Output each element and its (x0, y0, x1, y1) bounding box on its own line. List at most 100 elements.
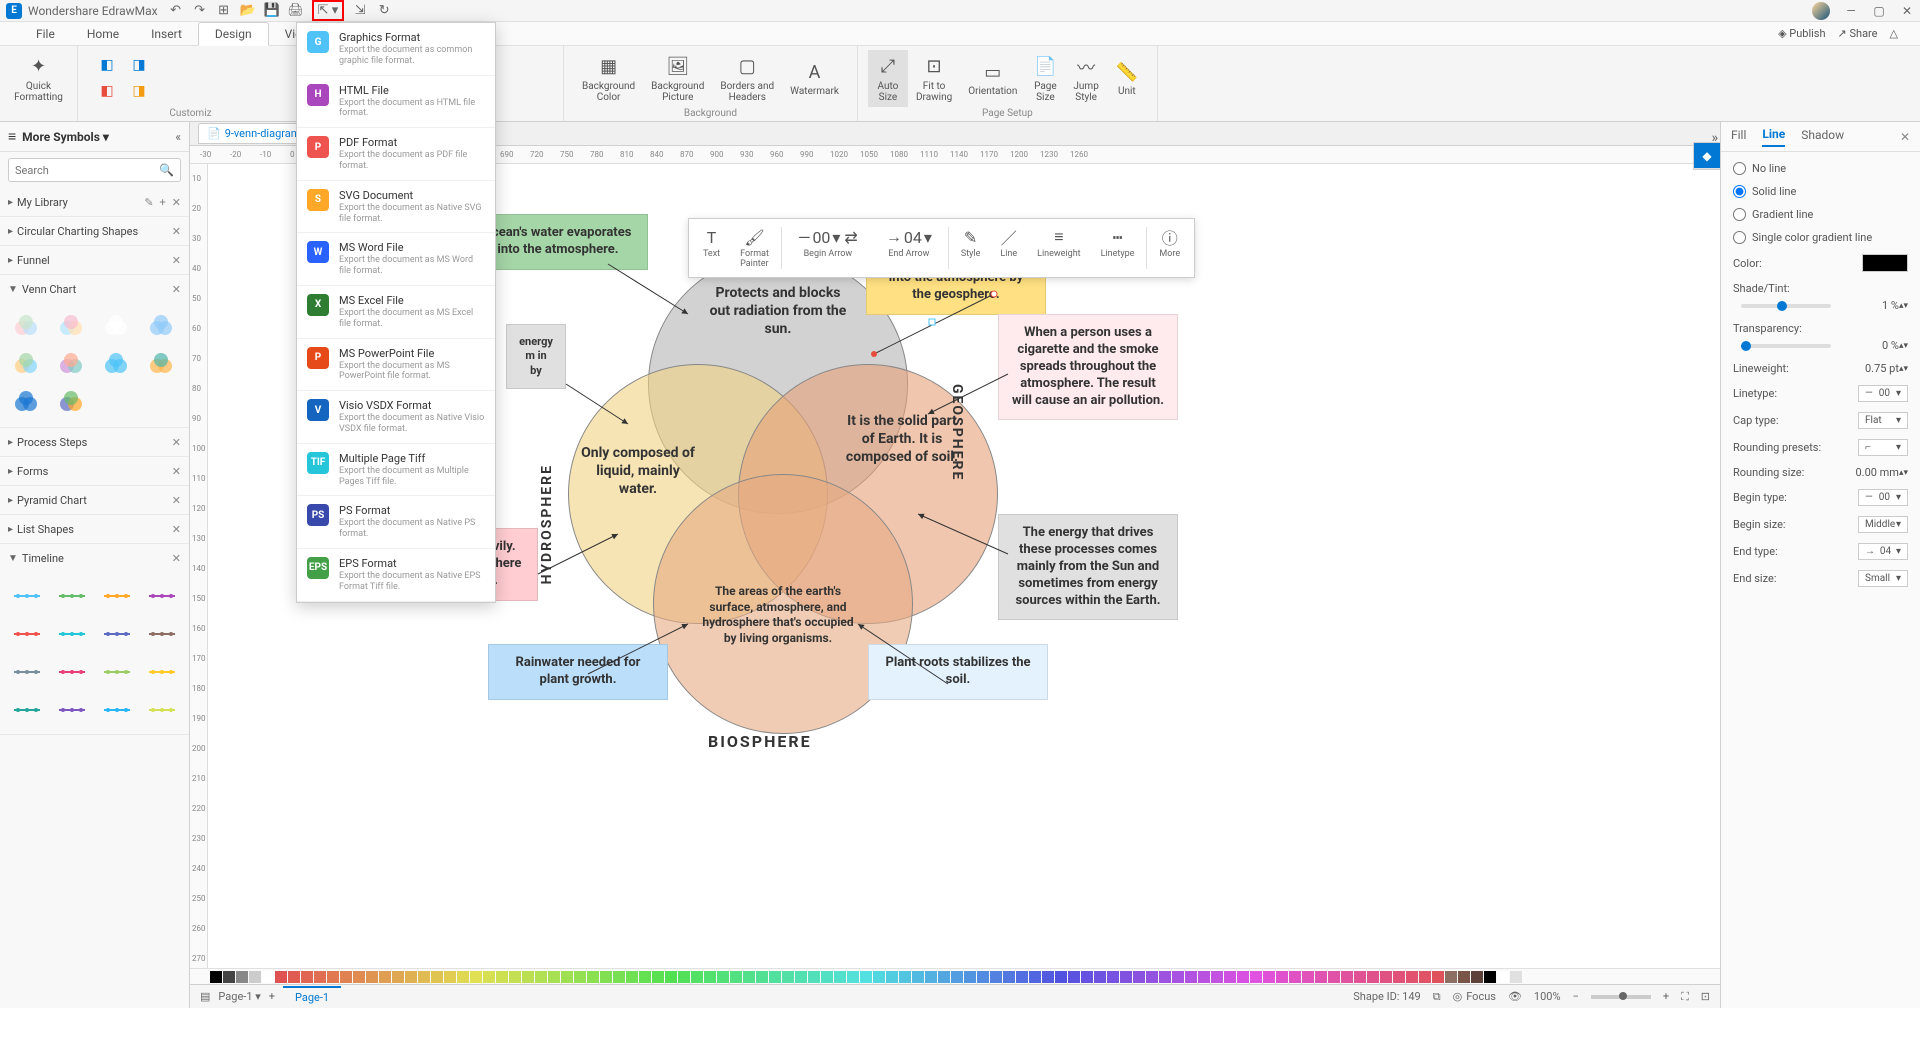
shade-value[interactable]: 1 % (1839, 299, 1899, 312)
style-button[interactable]: ✎Style (951, 223, 991, 273)
publish-button[interactable]: ◈ Publish (1778, 27, 1825, 40)
timeline-shape-11[interactable] (142, 656, 181, 688)
jump-style-button[interactable]: 〰Jump Style (1065, 50, 1106, 107)
color-swatch[interactable] (639, 971, 651, 983)
export-item-pdf-format[interactable]: PPDF FormatExport the document as PDF fi… (297, 128, 495, 181)
color-swatch[interactable] (1471, 971, 1483, 983)
color-swatch[interactable] (249, 971, 261, 983)
color-swatch[interactable] (717, 971, 729, 983)
close-icon[interactable]: ✕ (1900, 4, 1914, 18)
color-swatch[interactable] (210, 971, 222, 983)
color-swatch[interactable] (340, 971, 352, 983)
linetype-select[interactable]: —00▾ (1858, 385, 1908, 402)
color-swatch[interactable] (1302, 971, 1314, 983)
timeline-shape-13[interactable] (53, 694, 92, 726)
color-swatch[interactable] (405, 971, 417, 983)
lib-funnel[interactable]: ▸Funnel✕ (0, 246, 189, 274)
color-swatch[interactable] (730, 971, 742, 983)
color-swatch[interactable] (327, 971, 339, 983)
import-icon[interactable]: ⇲ (352, 3, 368, 19)
user-avatar[interactable] (1812, 2, 1830, 20)
color-swatch[interactable] (704, 971, 716, 983)
color-swatch[interactable] (795, 971, 807, 983)
color-swatch[interactable] (1484, 971, 1496, 983)
color-swatch[interactable] (925, 971, 937, 983)
timeline-shape-15[interactable] (142, 694, 181, 726)
layers-icon[interactable]: ⧉ (1433, 990, 1441, 1004)
color-swatch[interactable] (1445, 971, 1457, 983)
color-swatch[interactable] (886, 971, 898, 983)
begin-type-select[interactable]: —00▾ (1858, 489, 1908, 506)
box-rainwater[interactable]: Rainwater needed for plant growth. (488, 644, 668, 700)
timeline-shape-3[interactable] (142, 580, 181, 612)
color-swatch[interactable] (1198, 971, 1210, 983)
maximize-icon[interactable]: ▢ (1872, 4, 1886, 18)
export-item-ms-excel-file[interactable]: XMS Excel FileExport the document as MS … (297, 286, 495, 339)
color-swatch[interactable] (691, 971, 703, 983)
zoom-out-button[interactable]: − (1573, 990, 1579, 1003)
color-swatch[interactable] (1237, 971, 1249, 983)
export-item-eps-format[interactable]: EPSEPS FormatExport the document as Nati… (297, 549, 495, 602)
color-swatch[interactable] (678, 971, 690, 983)
theme-thumb-2[interactable]: ◨ (124, 54, 154, 76)
lib-timeline[interactable]: ▼Timeline✕ (0, 544, 189, 572)
color-swatch[interactable] (535, 971, 547, 983)
color-swatch[interactable] (1016, 971, 1028, 983)
cap-select[interactable]: Flat▾ (1858, 412, 1908, 429)
begin-arrow-button[interactable]: — 00 ▾ ⇄Begin Arrow (784, 223, 872, 273)
timeline-shape-12[interactable] (8, 694, 47, 726)
end-type-select[interactable]: →04▾ (1858, 543, 1908, 560)
color-swatch[interactable] (1094, 971, 1106, 983)
line-color-chip[interactable] (1862, 254, 1908, 272)
color-swatch[interactable] (1289, 971, 1301, 983)
color-swatch[interactable] (236, 971, 248, 983)
color-swatch[interactable] (834, 971, 846, 983)
color-swatch[interactable] (1146, 971, 1158, 983)
box-plant-roots[interactable]: Plant roots stabilizes the soil. (868, 644, 1048, 700)
orientation-button[interactable]: ▭Orientation (960, 50, 1025, 107)
bg-color-button[interactable]: ▦Background Color (574, 50, 643, 107)
rp-close-icon[interactable]: ✕ (1900, 130, 1910, 144)
export-item-graphics-format[interactable]: GGraphics FormatExport the document as c… (297, 23, 495, 76)
color-swatch[interactable] (457, 971, 469, 983)
bg-picture-button[interactable]: 🖼Background Picture (643, 50, 712, 107)
export-item-multiple-page-tiff[interactable]: TIFMultiple Page TiffExport the document… (297, 444, 495, 497)
color-swatch[interactable] (990, 971, 1002, 983)
color-swatch[interactable] (756, 971, 768, 983)
collapse-left-icon[interactable]: « (175, 130, 181, 144)
color-swatch[interactable] (301, 971, 313, 983)
solid-line-radio[interactable]: Solid line (1733, 185, 1908, 198)
color-swatch[interactable] (1250, 971, 1262, 983)
borders-button[interactable]: ▢Borders and Headers (712, 50, 782, 107)
venn-shape-7[interactable] (142, 349, 181, 381)
export-icon[interactable]: ⇱ ▾ (312, 0, 345, 21)
lineweight-button[interactable]: ≡Lineweight (1027, 223, 1090, 273)
color-swatch[interactable] (1406, 971, 1418, 983)
end-arrow-button[interactable]: → 04 ▾End Arrow (872, 223, 946, 273)
page-tab-1[interactable]: Page-1 (283, 986, 341, 1007)
color-swatch[interactable] (1497, 971, 1509, 983)
box-energy-drives[interactable]: The energy that drives these processes c… (998, 514, 1178, 620)
color-swatch[interactable] (860, 971, 872, 983)
print-icon[interactable]: 🖨 (288, 3, 304, 19)
single-gradient-radio[interactable]: Single color gradient line (1733, 231, 1908, 244)
color-swatch[interactable] (1510, 971, 1522, 983)
color-swatch[interactable] (288, 971, 300, 983)
timeline-shape-10[interactable] (98, 656, 137, 688)
lib-circular-charting-shapes[interactable]: ▸Circular Charting Shapes✕ (0, 217, 189, 245)
rounding-preset-select[interactable]: ⌐▾ (1858, 439, 1908, 456)
fit-button[interactable]: ⛶ (1681, 990, 1689, 1004)
preview-icon[interactable]: 👁 (1508, 990, 1522, 1003)
add-page-button[interactable]: + (269, 990, 275, 1003)
color-swatch[interactable] (1172, 971, 1184, 983)
color-swatch[interactable] (587, 971, 599, 983)
export-item-svg-document[interactable]: SSVG DocumentExport the document as Nati… (297, 181, 495, 234)
menu-insert[interactable]: Insert (135, 23, 198, 45)
export-item-visio-vsdx-format[interactable]: VVisio VSDX FormatExport the document as… (297, 391, 495, 444)
color-swatch[interactable] (1211, 971, 1223, 983)
page-size-button[interactable]: 📄Page Size (1025, 50, 1065, 107)
timeline-shape-7[interactable] (142, 618, 181, 650)
minimize-icon[interactable]: — (1844, 4, 1858, 18)
color-swatch[interactable] (1185, 971, 1197, 983)
rp-tab-fill[interactable]: Fill (1731, 128, 1746, 146)
